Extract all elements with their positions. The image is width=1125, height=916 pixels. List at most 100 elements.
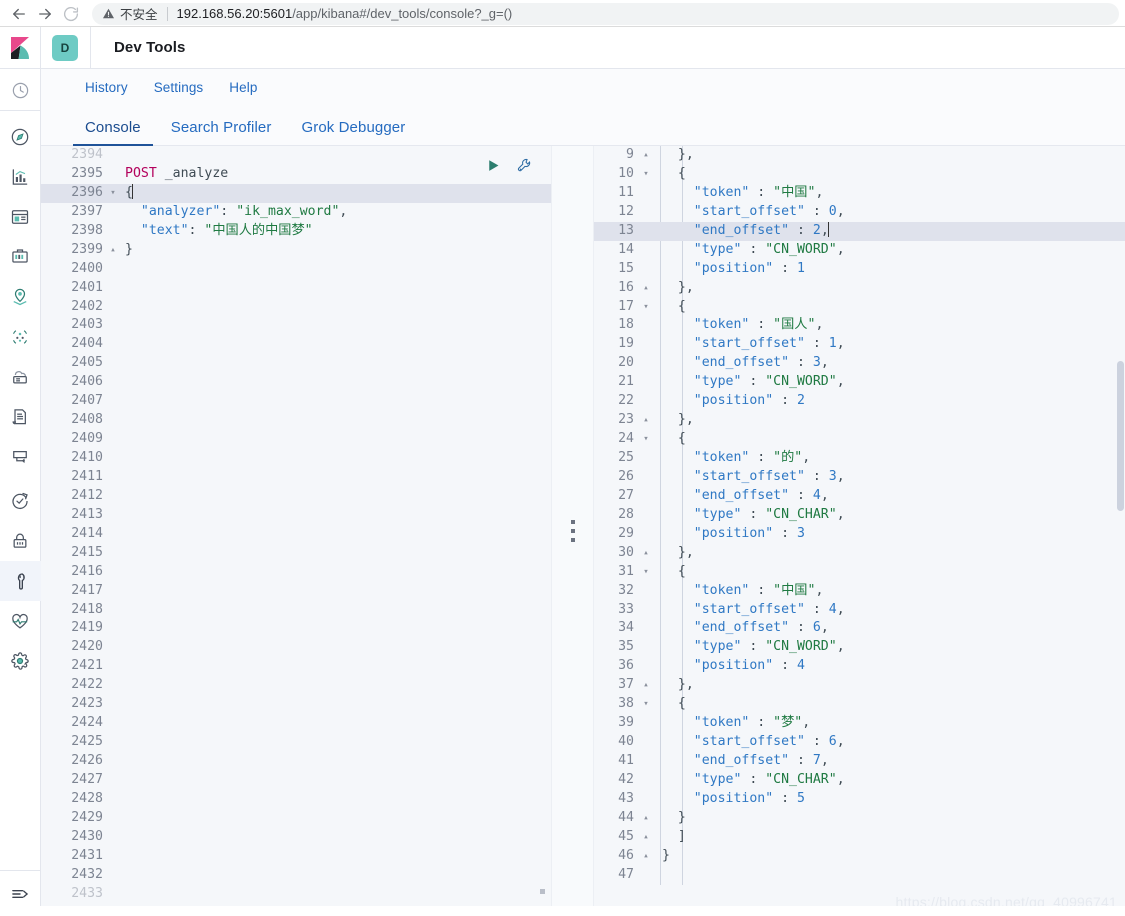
tab-console[interactable]: Console	[73, 119, 153, 146]
code-line[interactable]: 34 "end_offset" : 6,	[594, 619, 1125, 638]
sidebar-item-dashboard[interactable]	[0, 197, 41, 237]
code-line[interactable]: 2395 POST _analyze	[41, 165, 551, 184]
sidebar-item-dev-tools[interactable]	[0, 561, 41, 601]
sidebar-item-siem[interactable]	[0, 521, 41, 561]
code-line[interactable]: 13 "end_offset" : 2,	[594, 221, 1125, 241]
code-line[interactable]: 2421	[41, 657, 551, 676]
sidebar-item-logs[interactable]	[0, 397, 41, 437]
sidebar-item-recently-viewed[interactable]	[0, 71, 41, 111]
code-line[interactable]: 26 "start_offset" : 3,	[594, 468, 1125, 487]
code-line[interactable]: 44 ▴ }	[594, 809, 1125, 828]
code-line[interactable]: 2410	[41, 449, 551, 468]
fold-toggle-icon[interactable]: ▴	[640, 676, 652, 695]
back-icon[interactable]	[6, 1, 32, 27]
fold-toggle-icon[interactable]: ▴	[640, 411, 652, 430]
tab-grok-debugger[interactable]: Grok Debugger	[301, 119, 405, 145]
code-line[interactable]: 20 "end_offset" : 3,	[594, 354, 1125, 373]
code-line[interactable]: 2406	[41, 373, 551, 392]
code-line[interactable]: 2412	[41, 487, 551, 506]
fold-toggle-icon[interactable]: ▾	[640, 695, 652, 714]
code-line[interactable]: 2429	[41, 809, 551, 828]
fold-toggle-icon[interactable]: ▴	[107, 241, 119, 260]
fold-toggle-icon[interactable]: ▴	[640, 809, 652, 828]
code-line[interactable]: 2404	[41, 335, 551, 354]
code-line[interactable]: 2400	[41, 260, 551, 279]
code-line[interactable]: 2399 ▴}	[41, 241, 551, 260]
code-line[interactable]: 19 "start_offset" : 1,	[594, 335, 1125, 354]
code-line[interactable]: 43 "position" : 5	[594, 790, 1125, 809]
code-line[interactable]: 29 "position" : 3	[594, 525, 1125, 544]
sidebar-item-discover[interactable]	[0, 117, 41, 157]
fold-toggle-icon[interactable]: ▴	[640, 544, 652, 563]
request-code-rows[interactable]: 2394 2395 POST _analyze 2396 ▾ {2397 "analyze…	[41, 146, 551, 904]
code-line[interactable]: 2398 "text": "中国人的中国梦"	[41, 222, 551, 241]
code-line[interactable]: 2423	[41, 695, 551, 714]
sidebar-item-machine-learning[interactable]	[0, 317, 41, 357]
code-line[interactable]: 33 "start_offset" : 4,	[594, 601, 1125, 620]
sidebar-item-management[interactable]	[0, 641, 41, 681]
fold-toggle-icon[interactable]: ▾	[640, 563, 652, 582]
sidebar-item-uptime[interactable]	[0, 481, 41, 521]
code-line[interactable]: 2394	[41, 146, 551, 165]
code-line[interactable]: 2396 ▾ {	[41, 183, 551, 203]
code-line[interactable]: 15 "position" : 1	[594, 260, 1125, 279]
request-pane-resize-handle[interactable]	[540, 889, 545, 894]
code-line[interactable]: 45 ▴ ]	[594, 828, 1125, 847]
code-line[interactable]: 24 ▾ {	[594, 430, 1125, 449]
code-line[interactable]: 11 "token" : "中国",	[594, 184, 1125, 203]
code-line[interactable]: 2416	[41, 563, 551, 582]
code-line[interactable]: 2432	[41, 866, 551, 885]
code-line[interactable]: 2403	[41, 316, 551, 335]
sidebar-item-infrastructure[interactable]	[0, 357, 41, 397]
code-line[interactable]: 2417	[41, 582, 551, 601]
code-line[interactable]: 2405	[41, 354, 551, 373]
sidebar-item-monitoring[interactable]	[0, 601, 41, 641]
forward-icon[interactable]	[32, 1, 58, 27]
response-viewer[interactable]: 9 ▴ }, 10 ▾ {11 "token" : "中国", 12 "start_of…	[594, 146, 1125, 916]
code-line[interactable]: 42 "type" : "CN_CHAR",	[594, 771, 1125, 790]
code-line[interactable]: 2401	[41, 279, 551, 298]
code-line[interactable]: 18 "token" : "国人",	[594, 316, 1125, 335]
code-line[interactable]: 2431	[41, 847, 551, 866]
code-line[interactable]: 25 "token" : "的",	[594, 449, 1125, 468]
code-line[interactable]: 30 ▴ },	[594, 544, 1125, 563]
menu-item-help[interactable]: Help	[229, 80, 257, 95]
sidebar-item-maps[interactable]	[0, 277, 41, 317]
code-line[interactable]: 47	[594, 866, 1125, 885]
code-line[interactable]: 40 "start_offset" : 6,	[594, 733, 1125, 752]
code-line[interactable]: 38 ▾ {	[594, 695, 1125, 714]
pane-splitter[interactable]	[551, 146, 594, 916]
sidebar-item-canvas[interactable]	[0, 237, 41, 277]
code-line[interactable]: 37 ▴ },	[594, 676, 1125, 695]
code-line[interactable]: 21 "type" : "CN_WORD",	[594, 373, 1125, 392]
fold-toggle-icon[interactable]: ▴	[640, 279, 652, 298]
code-line[interactable]: 39 "token" : "梦",	[594, 714, 1125, 733]
code-line[interactable]: 2418	[41, 601, 551, 620]
code-line[interactable]: 2411	[41, 468, 551, 487]
code-line[interactable]: 28 "type" : "CN_CHAR",	[594, 506, 1125, 525]
response-code-rows[interactable]: 9 ▴ }, 10 ▾ {11 "token" : "中国", 12 "start_of…	[594, 146, 1125, 885]
code-line[interactable]: 23 ▴ },	[594, 411, 1125, 430]
code-line[interactable]: 2428	[41, 790, 551, 809]
code-line[interactable]: 16 ▴ },	[594, 279, 1125, 298]
code-line[interactable]: 2430	[41, 828, 551, 847]
request-editor[interactable]: 2394 2395 POST _analyze 2396 ▾ {2397 "analyze…	[41, 146, 551, 916]
code-line[interactable]: 2420	[41, 638, 551, 657]
fold-toggle-icon[interactable]: ▴	[640, 847, 652, 866]
play-triangle-icon[interactable]	[485, 157, 502, 181]
wrench-icon[interactable]	[516, 157, 533, 181]
code-line[interactable]: 22 "position" : 2	[594, 392, 1125, 411]
address-bar[interactable]: 不安全 192.168.56.20:5601/app/kibana#/dev_t…	[92, 2, 1119, 25]
kibana-logo[interactable]	[0, 27, 40, 69]
sidebar-item-apm[interactable]	[0, 437, 41, 477]
fold-toggle-icon[interactable]: ▾	[640, 165, 652, 184]
code-line[interactable]: 36 "position" : 4	[594, 657, 1125, 676]
code-line[interactable]: 27 "end_offset" : 4,	[594, 487, 1125, 506]
fold-toggle-icon[interactable]: ▴	[640, 146, 652, 165]
code-line[interactable]: 9 ▴ },	[594, 146, 1125, 165]
code-line[interactable]: 2408	[41, 411, 551, 430]
menu-item-history[interactable]: History	[85, 80, 128, 95]
sidebar-item-visualize[interactable]	[0, 157, 41, 197]
code-line[interactable]: 31 ▾ {	[594, 563, 1125, 582]
code-line[interactable]: 46 ▴}	[594, 847, 1125, 866]
